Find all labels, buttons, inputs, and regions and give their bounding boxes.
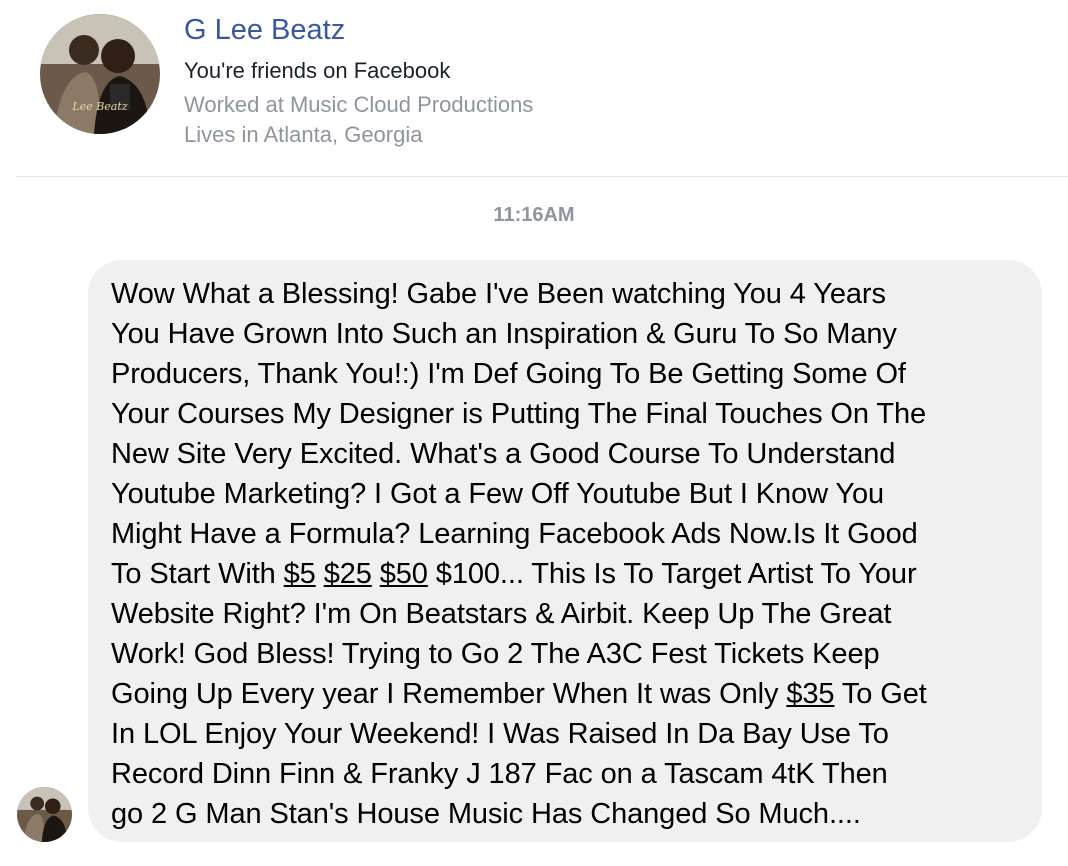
- location-info: Lives in Atlanta, Georgia: [184, 122, 423, 147]
- message-text-segment: $100... This Is To Target Artist To Your: [427, 558, 917, 590]
- message-line: Producers, Thank You!:) I'm Def Going To…: [111, 354, 1020, 394]
- message-text-segment: [316, 558, 324, 590]
- message-text-segment: Youtube Marketing? I Got a Few Off Youtu…: [111, 478, 885, 510]
- message-text-segment: Might Have a Formula? Learning Facebook …: [111, 518, 918, 550]
- message-line: New Site Very Excited. What's a Good Cou…: [111, 434, 1020, 474]
- sender-avatar[interactable]: [17, 787, 72, 842]
- message-text-segment: Producers, Thank You!:) I'm Def Going To…: [111, 358, 906, 390]
- message-text-segment: Your Courses My Designer is Putting The …: [111, 398, 927, 430]
- profile-name-link[interactable]: G Lee Beatz: [184, 14, 345, 47]
- avatar-logo-text: Lee Beatz: [71, 100, 127, 113]
- price-link[interactable]: $25: [324, 558, 372, 590]
- message-line: To Start With $5 $25 $50 $100... This Is…: [111, 554, 1020, 594]
- message-line: Website Right? I'm On Beatstars & Airbit…: [111, 594, 1020, 634]
- message-line: Work! God Bless! Trying to Go 2 The A3C …: [111, 634, 1020, 674]
- message-text-segment: In LOL Enjoy Your Weekend! I Was Raised …: [111, 718, 889, 750]
- profile-header: Lee Beatz G Lee Beatz You're friends on …: [0, 0, 1068, 178]
- message-line: go 2 G Man Stan's House Music Has Change…: [111, 794, 1020, 834]
- avatar-photo-small: [17, 787, 72, 842]
- message-line: You Have Grown Into Such an Inspiration …: [111, 314, 1020, 354]
- message-line: Youtube Marketing? I Got a Few Off Youtu…: [111, 474, 1020, 514]
- work-info: Worked at Music Cloud Productions: [184, 92, 534, 117]
- message-bubble[interactable]: Wow What a Blessing! Gabe I've Been watc…: [88, 260, 1042, 842]
- message-line: Record Dinn Finn & Franky J 187 Fac on a…: [111, 754, 1020, 794]
- header-divider: [16, 176, 1068, 177]
- message-line: In LOL Enjoy Your Weekend! I Was Raised …: [111, 714, 1020, 754]
- price-link[interactable]: $50: [380, 558, 428, 590]
- message-text: Wow What a Blessing! Gabe I've Been watc…: [111, 274, 1020, 834]
- message-text-segment: Going Up Every year I Remember When It w…: [111, 678, 787, 710]
- message-timestamp: 11:16AM: [493, 204, 575, 226]
- message-text-segment: To Start With: [111, 558, 284, 590]
- message-text-segment: New Site Very Excited. What's a Good Cou…: [111, 438, 896, 470]
- message-line: Going Up Every year I Remember When It w…: [111, 674, 1020, 714]
- message-text-segment: You Have Grown Into Such an Inspiration …: [111, 318, 897, 350]
- message-text-segment: Work! God Bless! Trying to Go 2 The A3C …: [111, 638, 880, 670]
- profile-avatar[interactable]: Lee Beatz: [40, 14, 160, 134]
- friend-status: You're friends on Facebook: [184, 58, 451, 83]
- message-text-segment: Wow What a Blessing! Gabe I've Been watc…: [111, 278, 886, 310]
- message-line: Wow What a Blessing! Gabe I've Been watc…: [111, 274, 1020, 314]
- message-text-segment: To Get: [834, 678, 927, 710]
- price-link[interactable]: $35: [786, 678, 834, 710]
- message-text-segment: Website Right? I'm On Beatstars & Airbit…: [111, 598, 892, 630]
- message-text-segment: Record Dinn Finn & Franky J 187 Fac on a…: [111, 758, 888, 790]
- message-text-segment: go 2 G Man Stan's House Music Has Change…: [111, 798, 861, 830]
- message-line: Your Courses My Designer is Putting The …: [111, 394, 1020, 434]
- message-text-segment: [372, 558, 380, 590]
- price-link[interactable]: $5: [284, 558, 316, 590]
- avatar-photo: Lee Beatz: [40, 14, 160, 134]
- message-line: Might Have a Formula? Learning Facebook …: [111, 514, 1020, 554]
